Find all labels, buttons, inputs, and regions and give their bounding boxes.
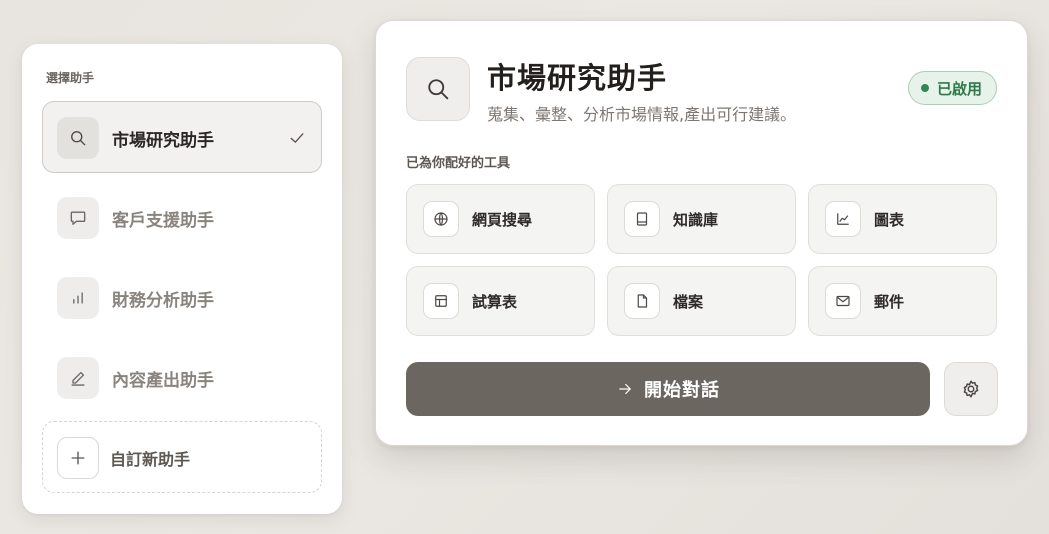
status-badge: 已啟用 (907, 71, 997, 105)
selector-heading: 選擇助手 (46, 71, 95, 85)
create-custom-assistant-button[interactable]: 自訂新助手 (42, 421, 322, 493)
line-chart-icon (825, 201, 861, 237)
check-icon (287, 128, 307, 148)
globe-icon (423, 201, 459, 237)
tools-heading: 已為你配好的工具 (406, 156, 511, 171)
arrow-right-icon (616, 380, 634, 398)
gear-icon (960, 378, 982, 400)
tool-label: 檔案 (673, 293, 704, 311)
assistant-item-customer-support[interactable]: 客戶支援助手 (42, 181, 322, 253)
status-dot-icon (920, 84, 929, 92)
search-icon (57, 117, 99, 159)
chat-bubble-icon (57, 197, 99, 239)
file-icon (624, 283, 660, 319)
bar-chart-icon (57, 277, 99, 319)
book-icon (624, 201, 660, 237)
search-icon (406, 57, 470, 121)
assistant-detail-panel: 市場研究助手 蒐集、彙整、分析市場情報,產出可行建議。 已啟用 已為你配好的工具… (375, 20, 1028, 446)
tool-files[interactable]: 檔案 (607, 266, 796, 336)
create-custom-assistant-label: 自訂新助手 (110, 450, 191, 469)
tool-label: 圖表 (874, 211, 905, 229)
tool-mail[interactable]: 郵件 (808, 266, 997, 336)
tool-web-search[interactable]: 網頁搜尋 (406, 184, 595, 254)
spreadsheet-icon (423, 283, 459, 319)
settings-button[interactable] (944, 362, 998, 416)
assistant-item-financial-analysis[interactable]: 財務分析助手 (42, 261, 322, 333)
assistant-item-label: 財務分析助手 (112, 291, 214, 311)
assistant-item-label: 市場研究助手 (112, 131, 214, 151)
assistant-item-label: 客戶支援助手 (112, 211, 214, 231)
tool-label: 試算表 (472, 293, 518, 311)
start-conversation-button[interactable]: 開始對話 (406, 362, 930, 416)
assistant-title: 市場研究助手 (487, 61, 668, 95)
assistant-item-market-research[interactable]: 市場研究助手 (42, 101, 322, 173)
start-conversation-label: 開始對話 (644, 380, 720, 401)
tool-label: 知識庫 (673, 211, 719, 229)
assistant-description: 蒐集、彙整、分析市場情報,產出可行建議。 (487, 105, 797, 124)
assistant-selector-panel: 選擇助手 市場研究助手 客戶支援助手 財務分析助手 內容產出助手 自訂新助手 (22, 44, 342, 514)
tool-label: 網頁搜尋 (472, 211, 533, 229)
pen-icon (57, 357, 99, 399)
tool-label: 郵件 (874, 293, 905, 311)
mail-icon (825, 283, 861, 319)
tool-charts[interactable]: 圖表 (808, 184, 997, 254)
tool-knowledge-base[interactable]: 知識庫 (607, 184, 796, 254)
tool-spreadsheet[interactable]: 試算表 (406, 266, 595, 336)
plus-icon (57, 437, 99, 479)
assistant-item-content-creation[interactable]: 內容產出助手 (42, 341, 322, 413)
assistant-item-label: 內容產出助手 (112, 371, 214, 391)
status-label: 已啟用 (936, 79, 982, 98)
